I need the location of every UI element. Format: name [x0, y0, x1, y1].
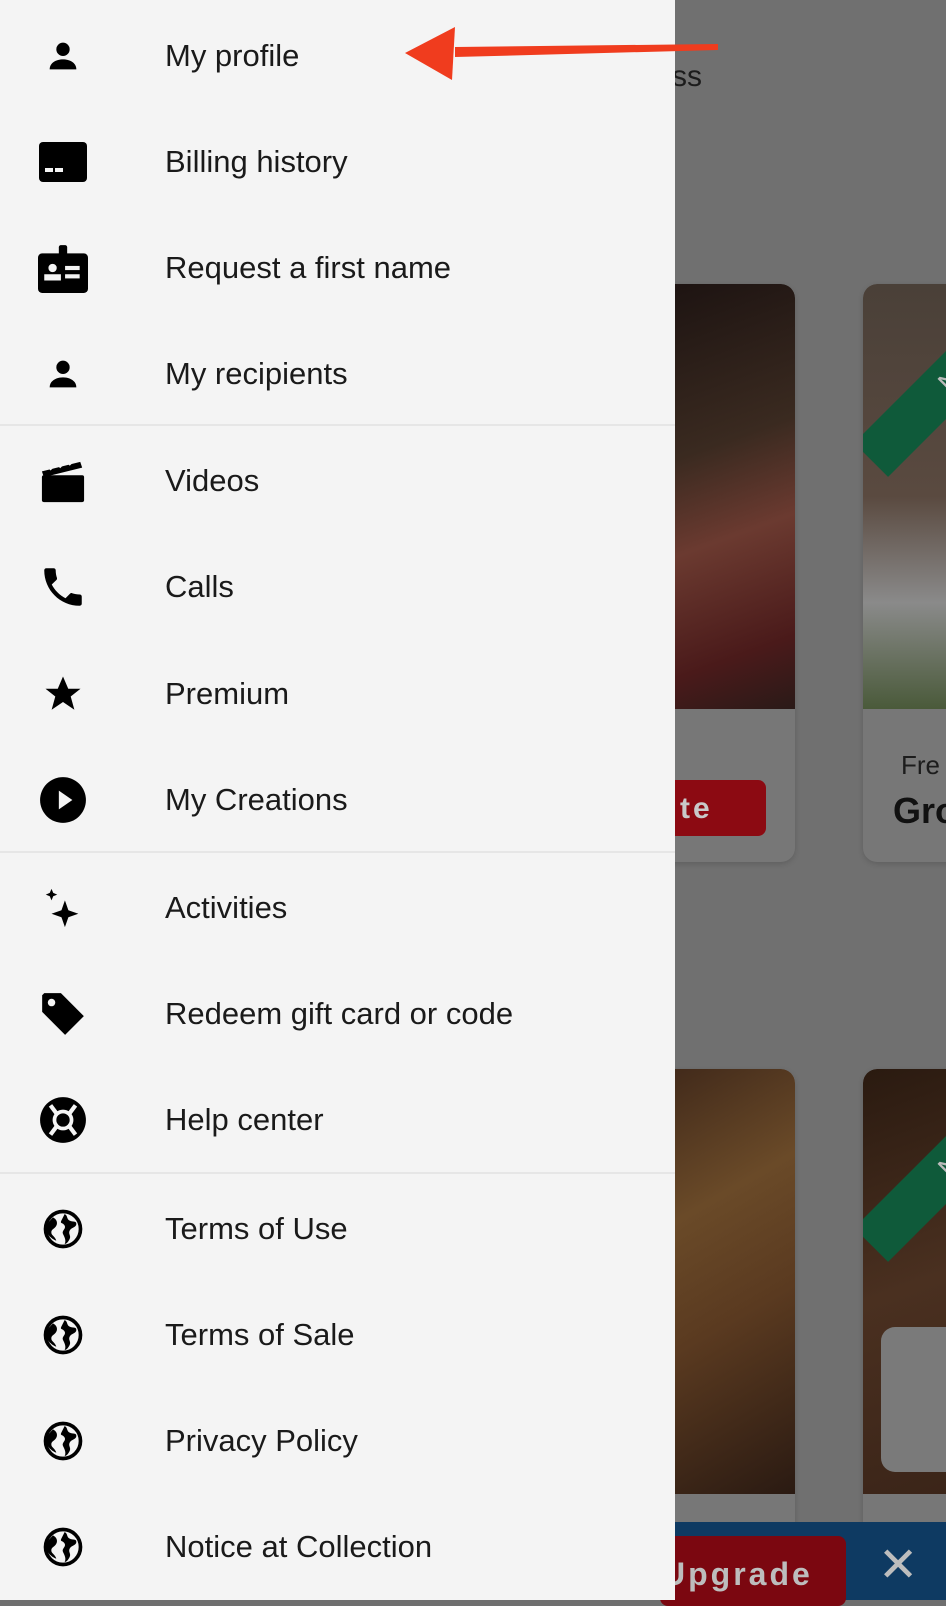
close-icon[interactable]: ✕	[878, 1542, 918, 1590]
menu-item-label: My recipients	[165, 356, 348, 391]
menu-item-label: Terms of Use	[165, 1211, 348, 1246]
menu-item-terms-of-use[interactable]: Terms of Use	[0, 1176, 675, 1282]
menu-item-notice-at-collection[interactable]: Notice at Collection	[0, 1494, 675, 1600]
menu-item-label: Activities	[165, 890, 288, 925]
globe-icon	[38, 1310, 88, 1360]
family-icon	[881, 1327, 946, 1472]
card-4[interactable]: New	[863, 1069, 946, 1539]
upgrade-banner: Upgrade ✕	[660, 1522, 946, 1606]
card-image	[863, 284, 946, 709]
tag-icon	[38, 989, 88, 1039]
menu-item-label: Privacy Policy	[165, 1423, 358, 1458]
card-2[interactable]: New Fre Gro	[863, 284, 946, 862]
menu-item-label: My Creations	[165, 782, 348, 817]
sparkles-icon	[38, 883, 88, 933]
menu-item-videos[interactable]: Videos	[0, 428, 675, 534]
menu-item-label: Premium	[165, 676, 290, 711]
menu-item-label: Terms of Sale	[165, 1317, 355, 1352]
menu-item-request-first-name[interactable]: Request a first name	[0, 215, 675, 321]
menu-item-my-profile[interactable]: My profile	[0, 3, 675, 109]
menu-item-terms-of-sale[interactable]: Terms of Sale	[0, 1282, 675, 1388]
menu-item-billing-history[interactable]: Billing history	[0, 109, 675, 215]
divider	[0, 424, 675, 426]
divider	[0, 1172, 675, 1174]
menu-item-premium[interactable]: Premium	[0, 641, 675, 747]
badge-icon	[38, 243, 88, 293]
menu-item-label: Videos	[165, 463, 260, 498]
menu-item-label: Notice at Collection	[165, 1529, 433, 1564]
person-icon	[38, 31, 88, 81]
menu-item-redeem-gift-card[interactable]: Redeem gift card or code	[0, 961, 675, 1067]
star-icon	[38, 669, 88, 719]
menu-item-my-creations[interactable]: My Creations	[0, 747, 675, 853]
menu-item-help-center[interactable]: Help center	[0, 1067, 675, 1173]
menu-item-calls[interactable]: Calls	[0, 534, 675, 640]
menu-item-my-recipients[interactable]: My recipients	[0, 321, 675, 427]
globe-icon	[38, 1204, 88, 1254]
play-circle-icon	[38, 775, 88, 825]
menu-item-label: Redeem gift card or code	[165, 996, 514, 1031]
menu-item-activities[interactable]: Activities	[0, 855, 675, 961]
globe-icon	[38, 1522, 88, 1572]
globe-icon	[38, 1416, 88, 1466]
navigation-drawer: My profile Billing history Request a fir…	[0, 0, 675, 1600]
card-title: Gro	[893, 790, 946, 831]
clapperboard-icon	[38, 456, 88, 506]
billing-icon	[38, 137, 88, 187]
phone-icon	[38, 562, 88, 612]
upgrade-button[interactable]: Upgrade	[660, 1536, 846, 1606]
lifebuoy-icon	[38, 1095, 88, 1145]
menu-item-label: Help center	[165, 1102, 324, 1137]
menu-item-label: Request a first name	[165, 250, 452, 285]
divider	[0, 851, 675, 853]
person-icon	[38, 349, 88, 399]
card-subtitle: Fre	[901, 750, 940, 780]
background-heading: ss	[672, 60, 702, 93]
menu-item-label: Billing history	[165, 144, 348, 179]
menu-item-privacy-policy[interactable]: Privacy Policy	[0, 1388, 675, 1494]
menu-item-label: Calls	[165, 569, 234, 604]
menu-item-label: My profile	[165, 38, 300, 73]
